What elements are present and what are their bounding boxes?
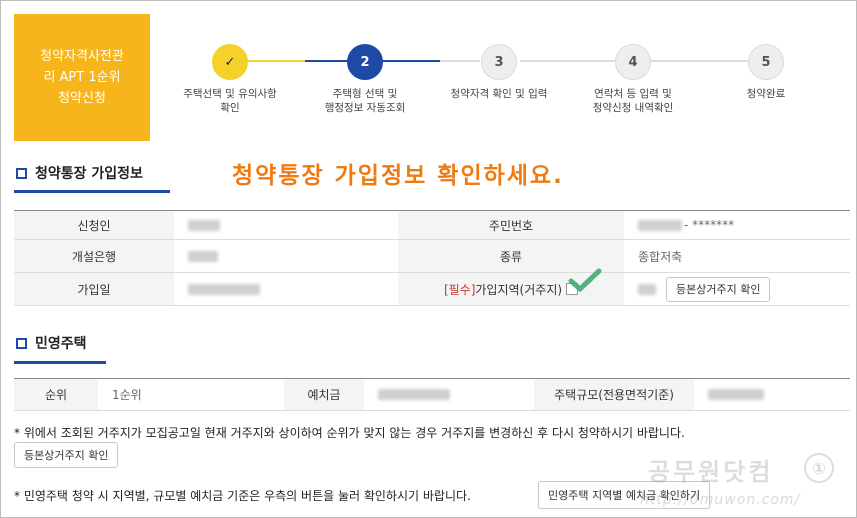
step-2: 2 주택형 선택 및 행정정보 자동조회 [305,44,425,115]
table-row: 개설은행 종류 종합저축 [14,240,850,273]
resident-value: - ******* [624,211,850,239]
required-tag: [필수] [443,282,476,297]
step-2-label: 주택형 선택 및 행정정보 자동조회 [324,88,406,114]
step-4-number: 4 [615,44,651,80]
section-title-account-text: 청약통장 가입정보 [35,166,143,182]
bank-label: 개설은행 [14,240,174,272]
masked-value [188,250,218,262]
step-4-label: 연락처 등 입력 및 청약신청 내역확인 [592,88,674,114]
square-bullet-icon [16,337,27,349]
note-residence: * 위에서 조회된 거주지가 모집공고일 현재 거주지와 상이하여 순위가 맞지… [14,426,685,440]
step-1-label: 주택선택 및 유의사항 확인 [183,88,277,114]
deposit-label: 예치금 [284,379,364,410]
step-5: 5 청약완료 [706,44,826,101]
section-underline [14,190,170,193]
note-deposit: * 민영주택 청약 시 지역별, 규모별 예치금 기준은 우측의 버튼을 눌러 … [14,489,471,503]
join-date-value [174,273,398,305]
rank-label: 순위 [14,379,98,410]
step-1: ✓ 주택선택 및 유의사항 확인 [170,44,290,115]
region-value: 등본상거주지 확인 [624,273,850,305]
masked-value [188,219,220,231]
headline-annotation: 청약통장 가입정보 확인하세요. [232,163,564,189]
step-5-number: 5 [748,44,784,80]
step-5-label: 청약완료 [746,88,786,100]
section-underline [14,361,106,364]
watermark-url: http://0muwon.com/ [640,492,801,508]
masked-value [188,283,260,295]
section-title-account: 청약통장 가입정보 [16,163,143,183]
masked-value [638,219,682,231]
section-title-private-text: 민영주택 [35,336,87,352]
join-date-label: 가입일 [14,273,174,305]
account-info-table: 신청인 주민번호 - ******* 개설은행 종류 종합저축 가입일 [필수]… [14,210,850,306]
table-row: 가입일 [필수] 가입지역(거주지) 등본상거주지 확인 [14,273,850,306]
step-4: 4 연락처 등 입력 및 청약신청 내역확인 [573,44,693,115]
square-bullet-icon [16,167,27,179]
table-row: 신청인 주민번호 - ******* [14,211,850,240]
deposit-value [364,379,534,410]
masked-value [378,389,450,400]
watermark-circle: ① [804,453,834,483]
stepper: ✓ 주택선택 및 유의사항 확인 2 주택형 선택 및 행정정보 자동조회 3 … [150,14,850,141]
resident-mask: - ******* [684,218,735,232]
watermark-brand: 공무원닷컴 [648,458,774,486]
step-3-label: 청약자격 확인 및 입력 [450,88,548,100]
type-value: 종합저축 [638,249,683,264]
hero-title: 청약자격사전관 리 APT 1순위 청약신청 [40,49,124,106]
green-check-icon [568,268,602,292]
residence-check-button[interactable]: 등본상거주지 확인 [14,442,119,468]
masked-value [708,389,764,400]
step-2-number: 2 [347,44,383,80]
hero-box: 청약자격사전관 리 APT 1순위 청약신청 [14,14,150,141]
applicant-label: 신청인 [14,211,174,239]
address-check-button[interactable]: 등본상거주지 확인 [666,276,771,302]
step-3-number: 3 [481,44,517,80]
rank-value: 1순위 [112,388,142,402]
resident-label: 주민번호 [398,211,624,239]
applicant-value [174,211,398,239]
size-value [694,379,850,410]
check-icon: ✓ [212,44,248,80]
private-housing-table: 순위 1순위 예치금 주택규모(전용면적기준) [14,378,850,411]
masked-value [638,283,656,295]
step-3: 3 청약자격 확인 및 입력 [439,44,559,101]
section-title-private: 민영주택 [16,333,87,353]
bank-value [174,240,398,272]
region-label: 가입지역(거주지) [475,282,563,297]
size-label: 주택규모(전용면적기준) [534,379,694,410]
